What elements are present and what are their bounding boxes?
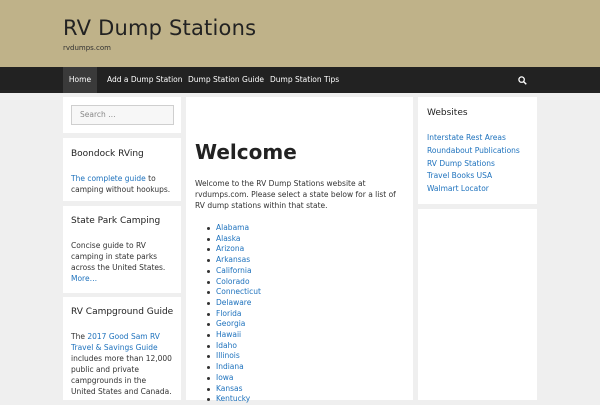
nav-item-home[interactable]: Home <box>63 67 97 93</box>
state-link[interactable]: Idaho <box>216 341 237 350</box>
nav-item-add-dump-station[interactable]: Add a Dump Station <box>107 67 183 93</box>
state-list-item: Hawaii <box>205 330 404 341</box>
website-link[interactable]: Roundabout Publications <box>427 145 528 158</box>
boondock-widget-title: Boondock RVing <box>71 149 144 159</box>
state-list-item: Iowa <box>205 373 404 384</box>
state-link[interactable]: Kentucky <box>216 394 250 403</box>
state-list-item: Delaware <box>205 298 404 309</box>
boondock-widget: Boondock RVing The complete guide to cam… <box>63 138 181 201</box>
nav-item-dump-station-tips[interactable]: Dump Station Tips <box>270 67 339 93</box>
state-link[interactable]: Hawaii <box>216 330 241 339</box>
search-widget: Search … <box>63 97 181 133</box>
state-link[interactable]: Alabama <box>216 223 249 232</box>
state-park-widget-text: Concise guide to RV camping in state par… <box>71 240 173 284</box>
state-park-widget: State Park Camping Concise guide to RV c… <box>63 206 181 293</box>
state-list-item: Colorado <box>205 277 404 288</box>
page-title: Welcome <box>195 140 297 164</box>
state-list-item: Idaho <box>205 341 404 352</box>
state-list: Alabama Alaska Arizona Arkansas California Co… <box>205 223 404 405</box>
websites-widget-title: Websites <box>427 108 468 118</box>
state-link[interactable]: Indiana <box>216 362 244 371</box>
state-link[interactable]: Arizona <box>216 244 244 253</box>
state-park-more-link[interactable]: More… <box>71 274 97 283</box>
state-list-item: Arkansas <box>205 255 404 266</box>
state-list-item: Georgia <box>205 319 404 330</box>
state-list-item: Alabama <box>205 223 404 234</box>
campground-widget-text: The 2017 Good Sam RV Travel & Savings Gu… <box>71 331 173 397</box>
state-list-item: Connecticut <box>205 287 404 298</box>
search-icon[interactable] <box>518 67 530 93</box>
campground-text-post: includes more than 12,000 public and pri… <box>71 354 172 396</box>
state-list-item: Alaska <box>205 234 404 245</box>
campground-widget-title: RV Campground Guide <box>71 307 174 317</box>
state-list-item: Indiana <box>205 362 404 373</box>
state-link[interactable]: Delaware <box>216 298 251 307</box>
state-link[interactable]: Kansas <box>216 384 243 393</box>
website-link[interactable]: Interstate Rest Areas <box>427 132 528 145</box>
state-link[interactable]: Connecticut <box>216 287 261 296</box>
main-content: Welcome Welcome to the RV Dump Stations … <box>186 97 413 403</box>
website-link[interactable]: Travel Books USA <box>427 170 528 183</box>
website-link[interactable]: RV Dump Stations <box>427 158 528 171</box>
campground-text-pre: The <box>71 332 88 341</box>
state-list-item: Florida <box>205 309 404 320</box>
site-tagline: rvdumps.com <box>63 44 111 52</box>
websites-widget: Websites Interstate Rest Areas Roundabout… <box>418 97 537 204</box>
state-list-item: Illinois <box>205 351 404 362</box>
main-navigation: Home Add a Dump Station Dump Station Gui… <box>0 67 600 93</box>
state-list-item: California <box>205 266 404 277</box>
state-list-item: Arizona <box>205 244 404 255</box>
state-link[interactable]: Arkansas <box>216 255 250 264</box>
state-link[interactable]: Alaska <box>216 234 241 243</box>
state-park-desc: Concise guide to RV camping in state par… <box>71 241 166 272</box>
state-link[interactable]: Colorado <box>216 277 250 286</box>
state-list-item: Kansas <box>205 384 404 395</box>
website-link[interactable]: Walmart Locator <box>427 183 528 196</box>
search-input[interactable]: Search … <box>71 105 174 125</box>
state-park-widget-title: State Park Camping <box>71 216 161 226</box>
state-link[interactable]: Illinois <box>216 351 240 360</box>
boondock-widget-text: The complete guide to camping without ho… <box>71 173 173 195</box>
state-link[interactable]: Georgia <box>216 319 245 328</box>
site-header: RV Dump Stations rvdumps.com <box>0 0 600 67</box>
boondock-guide-link[interactable]: The complete guide <box>71 174 146 183</box>
state-link[interactable]: Iowa <box>216 373 234 382</box>
nav-item-dump-station-guide[interactable]: Dump Station Guide <box>188 67 264 93</box>
campground-widget: RV Campground Guide The 2017 Good Sam RV… <box>63 297 181 400</box>
websites-link-list: Interstate Rest Areas Roundabout Publicat… <box>427 132 528 196</box>
site-title[interactable]: RV Dump Stations <box>63 16 600 40</box>
state-link[interactable]: California <box>216 266 252 275</box>
state-link[interactable]: Florida <box>216 309 242 318</box>
empty-widget <box>418 209 537 400</box>
welcome-intro: Welcome to the RV Dump Stations website … <box>195 179 396 210</box>
